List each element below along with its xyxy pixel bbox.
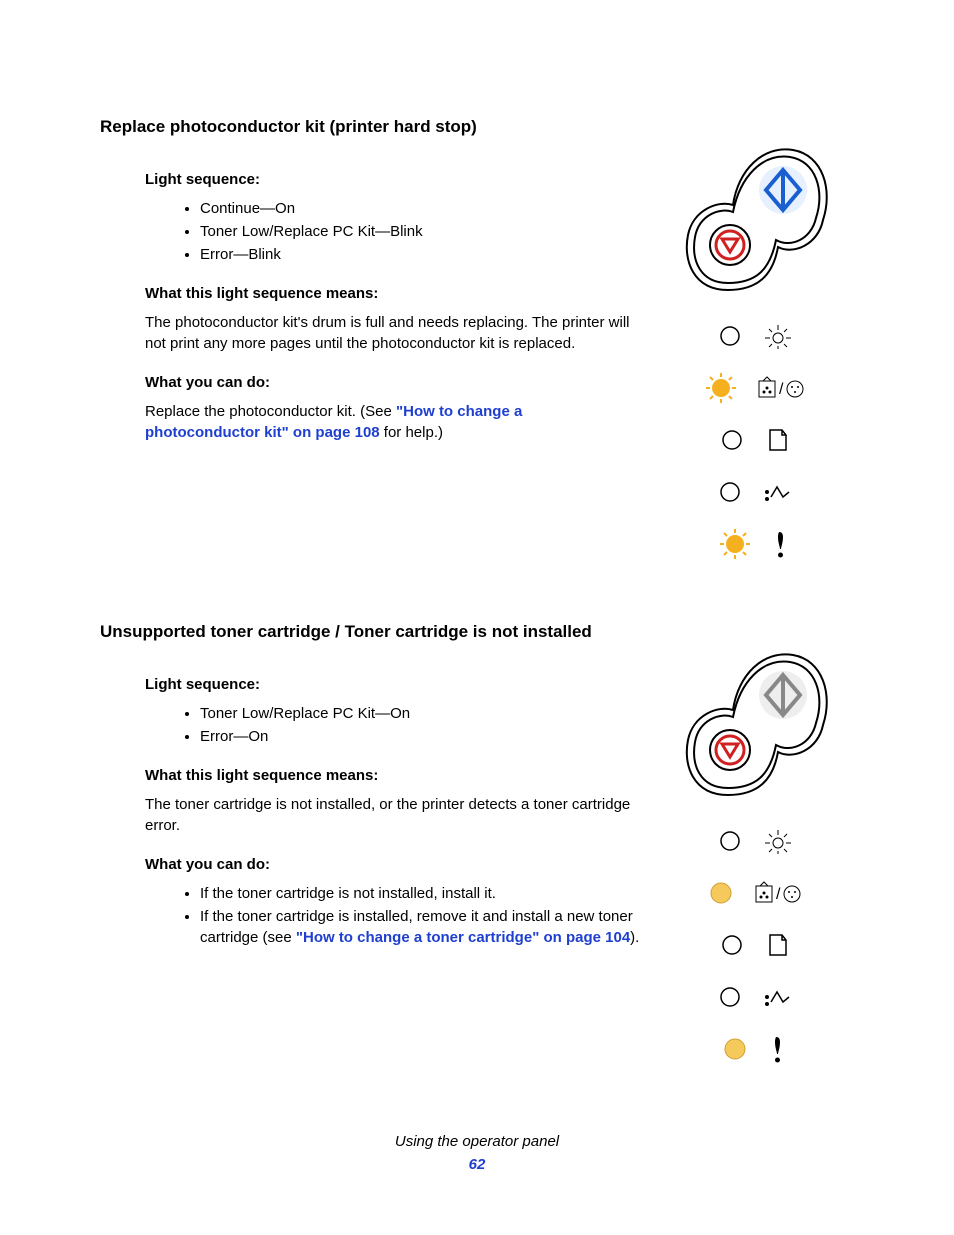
light-item: Continue—On — [200, 198, 640, 219]
light-item: Error—Blink — [200, 244, 640, 265]
do-item: If the toner cartridge is installed, rem… — [200, 906, 640, 948]
toner-low-icon: / — [754, 880, 802, 906]
load-paper-icon — [765, 932, 791, 958]
light-blink-icon — [705, 372, 737, 404]
section-replace-photoconductor: Replace photoconductor kit (printer hard… — [100, 115, 859, 570]
ready-icon — [763, 828, 793, 854]
do-text: Replace the photoconductor kit. (See "Ho… — [145, 401, 640, 443]
error-icon — [768, 1034, 788, 1064]
ready-icon — [763, 323, 793, 349]
light-off-icon — [719, 932, 745, 958]
toner-low-icon: / — [757, 375, 805, 401]
means-text: The toner cartridge is not installed, or… — [145, 794, 640, 836]
light-off-icon — [719, 427, 745, 453]
paper-jam-icon — [763, 479, 793, 505]
error-icon — [771, 529, 791, 559]
means-heading: What this light sequence means: — [145, 765, 640, 786]
light-sequence-heading: Light sequence: — [145, 169, 640, 190]
light-item: Toner Low/Replace PC Kit—On — [200, 703, 640, 724]
do-heading: What you can do: — [145, 854, 640, 875]
light-item: Toner Low/Replace PC Kit—Blink — [200, 221, 640, 242]
page-number: 62 — [0, 1154, 954, 1175]
page-footer: Using the operator panel 62 — [0, 1131, 954, 1175]
light-sequence-heading: Light sequence: — [145, 674, 640, 695]
svg-text:/: / — [779, 381, 784, 398]
svg-text:/: / — [776, 886, 781, 903]
footer-text: Using the operator panel — [395, 1133, 559, 1150]
light-item: Error—On — [200, 726, 640, 747]
light-off-icon — [717, 828, 743, 854]
load-paper-icon — [765, 427, 791, 453]
operator-panel-diagram: / — [670, 620, 840, 1075]
light-blink-icon — [719, 528, 751, 560]
light-off-icon — [717, 323, 743, 349]
section-title: Unsupported toner cartridge / Toner cart… — [100, 620, 640, 644]
link-change-toner[interactable]: "How to change a toner cartridge" on pag… — [296, 929, 630, 946]
paper-jam-icon — [763, 984, 793, 1010]
light-on-icon — [722, 1036, 748, 1062]
operator-panel-diagram: / — [670, 115, 840, 570]
means-heading: What this light sequence means: — [145, 283, 640, 304]
light-off-icon — [717, 479, 743, 505]
means-text: The photoconductor kit's drum is full an… — [145, 312, 640, 354]
section-title: Replace photoconductor kit (printer hard… — [100, 115, 640, 139]
do-item: If the toner cartridge is not installed,… — [200, 883, 640, 904]
light-off-icon — [717, 984, 743, 1010]
section-unsupported-toner: Unsupported toner cartridge / Toner cart… — [100, 620, 859, 1075]
light-on-icon — [708, 880, 734, 906]
do-heading: What you can do: — [145, 372, 640, 393]
